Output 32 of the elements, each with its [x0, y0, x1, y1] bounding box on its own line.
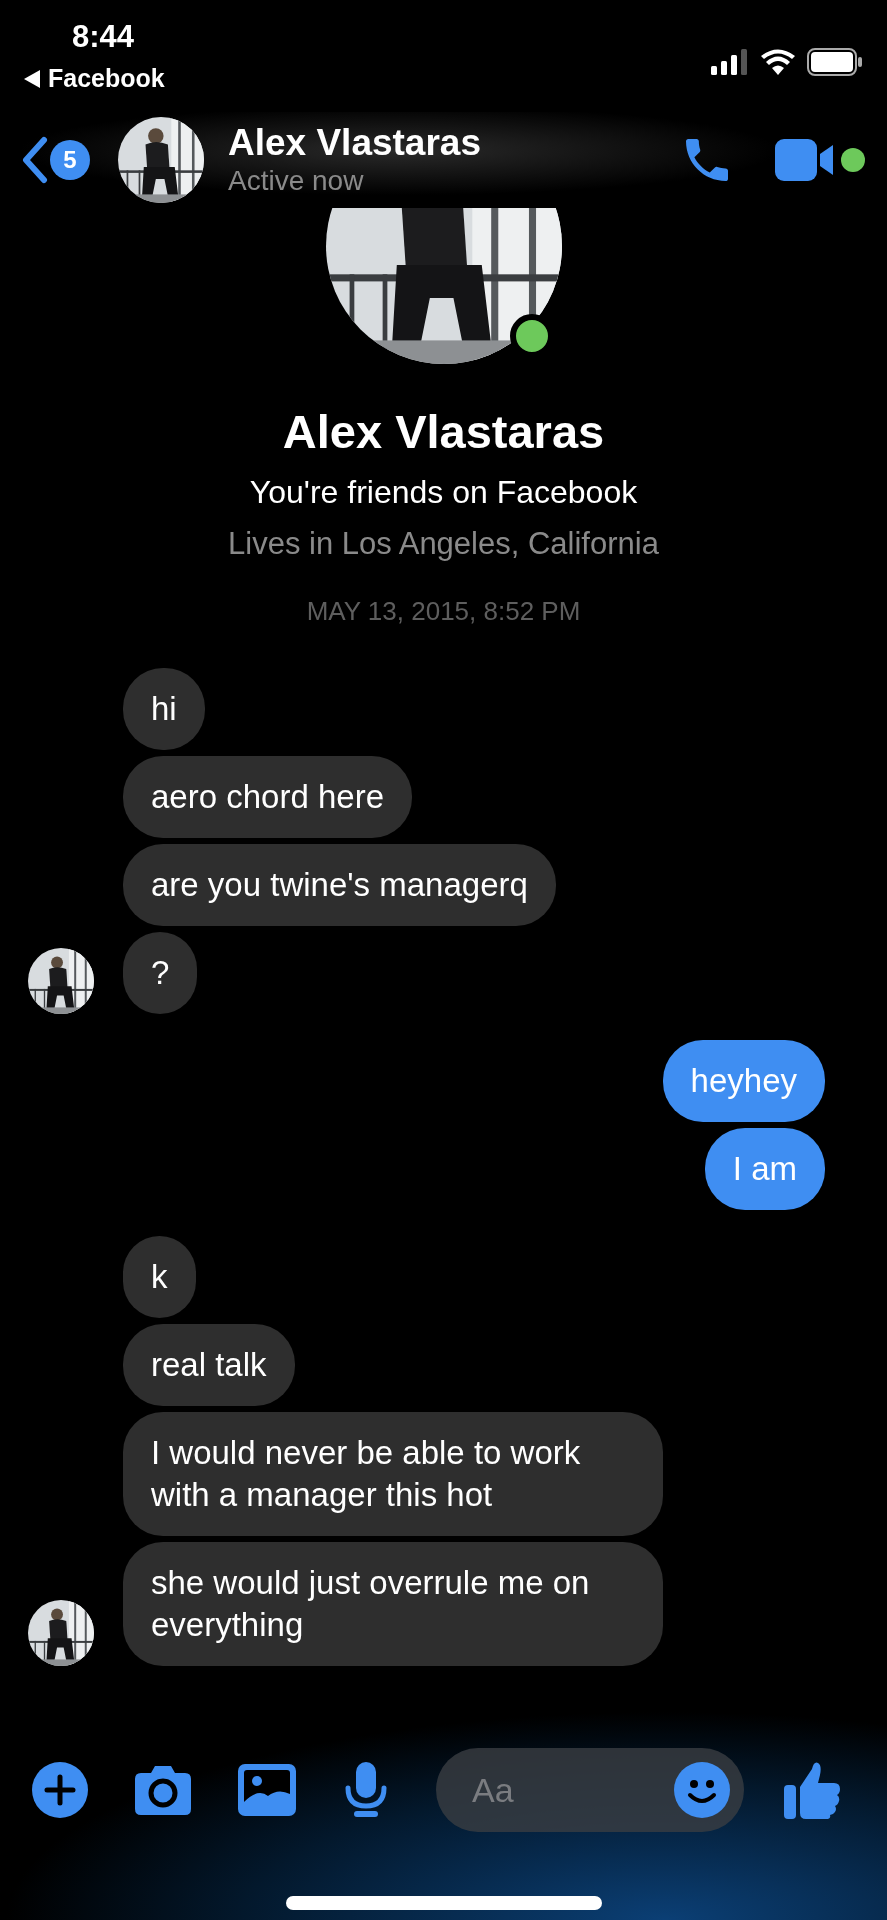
camera-icon[interactable]	[133, 1763, 193, 1817]
message-input[interactable]: Aa	[472, 1764, 674, 1816]
message-bubble: ?	[123, 932, 198, 1014]
signal-icon	[711, 49, 749, 75]
timestamp: MAY 13, 2015, 8:52 PM	[306, 595, 581, 628]
message-field[interactable]: Aa	[436, 1748, 744, 1832]
message-bubble: I would never be able to work with a manager this hot	[123, 1412, 663, 1536]
message-bubble: hi	[123, 668, 205, 750]
microphone-icon[interactable]	[344, 1762, 388, 1818]
message-bubble: aero chord here	[123, 756, 412, 838]
clock: 8:44	[72, 18, 136, 56]
location-note: Lives in Los Angeles, California	[228, 525, 659, 563]
emoji-icon[interactable]	[674, 1762, 730, 1818]
wifi-icon	[761, 49, 795, 75]
contact-name: Alex Vlastaras	[228, 122, 482, 164]
friendship-note: You're friends on Facebook	[249, 473, 638, 512]
message-bubble: k	[123, 1236, 196, 1318]
profile-name: Alex Vlastaras	[282, 404, 605, 460]
unread-badge: 5	[50, 140, 90, 180]
message-bubble: I am	[704, 1128, 825, 1210]
active-status: Active now	[228, 164, 365, 198]
message-bubble: are you twine's managerq	[123, 844, 556, 926]
back-triangle-icon	[24, 69, 40, 88]
add-icon[interactable]	[32, 1762, 88, 1818]
image-icon[interactable]	[238, 1764, 296, 1816]
thumbs-up-icon[interactable]	[784, 1761, 842, 1819]
battery-icon	[807, 48, 863, 76]
message-bubble: she would just overrule me on everything	[123, 1542, 663, 1666]
back-app-link[interactable]: Facebook	[48, 60, 165, 98]
back-chevron-icon[interactable]	[20, 136, 48, 184]
message-bubble: real talk	[123, 1324, 295, 1406]
message-bubble: heyhey	[662, 1040, 825, 1122]
